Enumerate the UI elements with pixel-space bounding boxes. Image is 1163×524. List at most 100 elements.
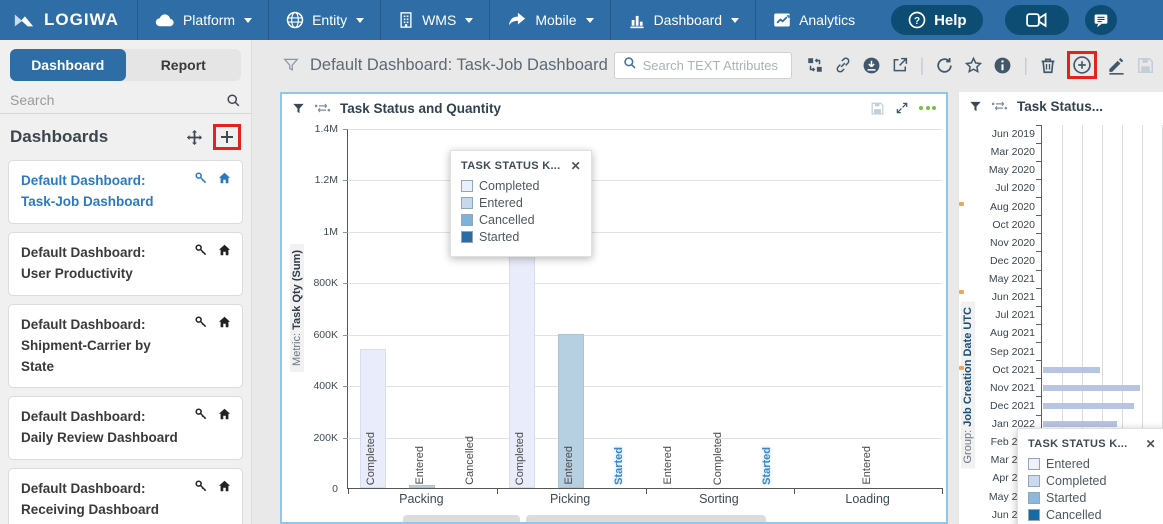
x-axis-labels: Packing Picking Sorting Loading — [347, 492, 942, 506]
external-link-icon[interactable] — [891, 56, 909, 74]
edit-icon[interactable] — [1107, 56, 1126, 75]
save-icon[interactable] — [870, 101, 885, 116]
legend-label: Started — [479, 230, 520, 244]
legend-item[interactable]: Started — [1028, 491, 1156, 505]
scrollbar-piece[interactable] — [403, 515, 520, 522]
add-widget-icon[interactable] — [1072, 55, 1092, 75]
info-icon[interactable] — [993, 56, 1012, 75]
filter-icon[interactable] — [282, 56, 300, 74]
key-icon[interactable] — [194, 315, 208, 329]
bar-area — [1041, 288, 1163, 307]
nav-platform[interactable]: Platform — [136, 0, 268, 40]
plus-icon[interactable] — [218, 128, 236, 146]
brand-name: LOGIWA — [44, 10, 119, 29]
home-icon[interactable] — [217, 479, 232, 493]
home-icon[interactable] — [217, 243, 232, 257]
favorite-star-icon[interactable] — [964, 56, 983, 75]
save-icon[interactable] — [1136, 56, 1155, 75]
legend-item[interactable]: Entered — [461, 196, 581, 210]
bar[interactable] — [1043, 421, 1117, 427]
bar-area — [1041, 125, 1163, 144]
key-icon[interactable] — [194, 407, 208, 421]
more-menu-icon[interactable] — [919, 106, 936, 110]
legend-title: TASK STATUS K... — [1028, 438, 1128, 450]
nav-analytics[interactable]: Analytics — [755, 0, 871, 40]
move-icon[interactable] — [185, 128, 204, 147]
list-item-shipment-carrier[interactable]: Default Dashboard: Shipment-Carrier by S… — [8, 303, 243, 389]
list-item-user-productivity[interactable]: Default Dashboard: User Productivity — [8, 231, 243, 296]
text-attribute-search — [613, 51, 792, 79]
list-item-receiving[interactable]: Default Dashboard: Receiving Dashboard — [8, 468, 243, 524]
link-icon[interactable] — [834, 56, 852, 74]
nav-mobile[interactable]: Mobile — [489, 0, 609, 40]
legend-swatch — [461, 231, 473, 243]
close-icon[interactable]: ✕ — [1146, 437, 1156, 451]
nav-dashboard[interactable]: Dashboard — [609, 0, 756, 40]
bar[interactable] — [1043, 402, 1134, 409]
tab-report[interactable]: Report — [126, 49, 242, 81]
marker — [959, 202, 964, 206]
legend-item[interactable]: Completed — [461, 179, 581, 193]
logiwa-logo[interactable]: LOGIWA — [0, 0, 137, 40]
axis-tick — [343, 283, 348, 285]
date-label: Jul 2020 — [995, 182, 1035, 195]
scrollbar-piece[interactable] — [526, 515, 766, 522]
legend-item[interactable]: Completed — [1028, 474, 1156, 488]
legend-popup: TASK STATUS K... ✕ Completed Entered Cance… — [450, 150, 592, 257]
key-icon[interactable] — [194, 171, 208, 185]
legend-item[interactable]: Entered — [1028, 457, 1156, 471]
bar[interactable] — [1043, 384, 1140, 391]
home-icon[interactable] — [217, 407, 232, 421]
chart-row: Jul 2020 — [971, 178, 1163, 198]
close-icon[interactable]: ✕ — [571, 159, 581, 173]
gridline — [348, 334, 942, 336]
bar-area — [1041, 215, 1163, 234]
delete-icon[interactable] — [1039, 56, 1057, 75]
filter-icon[interactable] — [292, 102, 305, 115]
swap-icon[interactable] — [991, 100, 1008, 112]
marker — [959, 366, 964, 370]
nav-entity[interactable]: Entity — [268, 0, 380, 40]
date-label: Jul 2021 — [995, 309, 1035, 322]
help-button[interactable]: ? Help — [891, 5, 983, 35]
video-camera-button[interactable] — [1004, 5, 1069, 35]
y-tick-label: 0 — [332, 483, 338, 495]
date-label: Aug 2020 — [990, 200, 1035, 213]
expand-icon[interactable] — [895, 101, 909, 115]
sidebar-search-input[interactable] — [10, 92, 226, 108]
widget-task-status-by-date[interactable]: Task Status... Group: Job Creation Date … — [958, 92, 1163, 524]
bar[interactable] — [1043, 366, 1100, 373]
search-icon[interactable] — [226, 93, 241, 108]
home-icon[interactable] — [217, 171, 232, 185]
swap-icon[interactable] — [314, 102, 331, 114]
axis-tick — [1036, 124, 1041, 126]
list-item-task-job-dashboard[interactable]: Default Dashboard: Task-Job Dashboard — [8, 160, 243, 224]
download-icon[interactable] — [862, 56, 881, 75]
filter-icon[interactable] — [969, 100, 982, 113]
y-tick-label: 1.4M — [314, 123, 338, 135]
arrange-widgets-icon[interactable] — [806, 56, 824, 74]
date-label: Aug 2021 — [990, 327, 1035, 340]
legend-item[interactable]: Cancelled — [461, 213, 581, 227]
list-item-daily-review[interactable]: Default Dashboard: Daily Review Dashboar… — [8, 396, 243, 461]
home-icon[interactable] — [217, 315, 232, 329]
bar-chart-plot: Completed Entered Cancelled Completed Entere… — [343, 129, 943, 494]
bar-entered[interactable] — [409, 484, 436, 488]
chart-row: Aug 2021 — [971, 323, 1163, 343]
refresh-icon[interactable] — [935, 56, 954, 75]
chevron-down-icon — [585, 17, 594, 23]
date-label: Nov 2020 — [990, 236, 1035, 249]
legend-item[interactable]: Cancelled — [1028, 508, 1156, 522]
widget-task-status-quantity[interactable]: Task Status and Quantity Metric: Task Qt… — [280, 92, 948, 524]
text-attribute-search-input[interactable] — [642, 57, 783, 73]
legend-title: TASK STATUS K... — [461, 160, 561, 172]
chat-button[interactable] — [1084, 5, 1117, 35]
nav-wms[interactable]: WMS — [380, 0, 489, 40]
key-icon[interactable] — [194, 243, 208, 257]
legend-item[interactable]: Started — [461, 230, 581, 244]
chevron-down-icon — [465, 17, 474, 23]
chart-row: May 2020 — [971, 160, 1163, 180]
bar-label: Entered — [414, 446, 427, 485]
tab-dashboard[interactable]: Dashboard — [10, 49, 126, 81]
key-icon[interactable] — [194, 479, 208, 493]
